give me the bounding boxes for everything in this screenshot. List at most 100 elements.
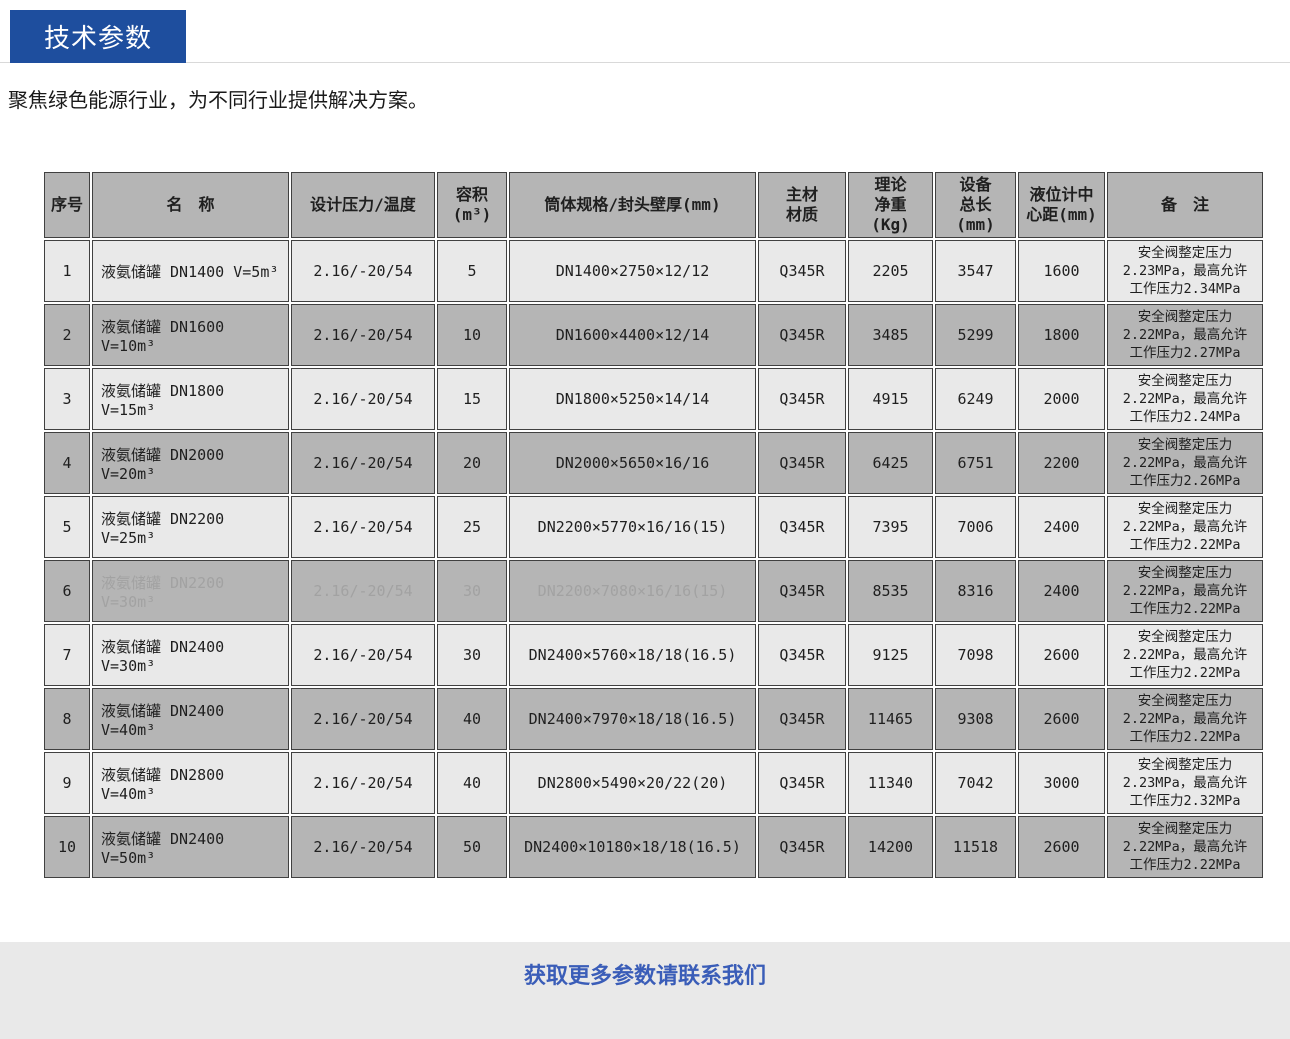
cell-design-pressure-temp: 2.16/-20/54 [291, 240, 435, 302]
cell-design-pressure-temp: 2.16/-20/54 [291, 304, 435, 366]
cell-total-length: 7006 [935, 496, 1016, 558]
cell-total-length: 7098 [935, 624, 1016, 686]
cell-material: Q345R [758, 752, 846, 814]
cell-remarks: 安全阀整定压力 2.22MPa，最高允许 工作压力2.22MPa [1107, 816, 1263, 878]
cell-index: 2 [44, 304, 90, 366]
table-row: 2液氨储罐 DN1600 V=10m³2.16/-20/5410DN1600×4… [44, 304, 1263, 366]
cell-design-pressure-temp: 2.16/-20/54 [291, 688, 435, 750]
subtitle-text: 聚焦绿色能源行业，为不同行业提供解决方案。 [8, 84, 428, 113]
table-row: 6液氨储罐 DN2200 V=30m³2.16/-20/5430DN2200×7… [44, 560, 1263, 622]
cell-net-weight: 7395 [848, 496, 933, 558]
cell-net-weight: 8535 [848, 560, 933, 622]
cell-shell-spec: DN1600×4400×12/14 [509, 304, 756, 366]
cell-index: 10 [44, 816, 90, 878]
cell-total-length: 6751 [935, 432, 1016, 494]
cell-name: 液氨储罐 DN2000 V=20m³ [92, 432, 289, 494]
cell-index: 5 [44, 496, 90, 558]
cell-shell-spec: DN2400×7970×18/18(16.5) [509, 688, 756, 750]
cell-net-weight: 3485 [848, 304, 933, 366]
cell-design-pressure-temp: 2.16/-20/54 [291, 624, 435, 686]
spec-table: 序号名 称设计压力/温度容积 (m³)筒体规格/封头壁厚(mm)主材 材质理论 … [42, 170, 1265, 880]
col-header-shell-spec: 筒体规格/封头壁厚(mm) [509, 172, 756, 238]
cell-gauge-center-distance: 2400 [1018, 560, 1105, 622]
cell-material: Q345R [758, 560, 846, 622]
cell-net-weight: 2205 [848, 240, 933, 302]
cell-net-weight: 9125 [848, 624, 933, 686]
col-header-remarks: 备 注 [1107, 172, 1263, 238]
cell-volume: 40 [437, 688, 507, 750]
cell-net-weight: 14200 [848, 816, 933, 878]
contact-link[interactable]: 获取更多参数请联系我们 [524, 958, 766, 990]
cell-name: 液氨储罐 DN2200 V=25m³ [92, 496, 289, 558]
spec-table-head: 序号名 称设计压力/温度容积 (m³)筒体规格/封头壁厚(mm)主材 材质理论 … [44, 172, 1263, 238]
cell-net-weight: 11465 [848, 688, 933, 750]
table-row: 10液氨储罐 DN2400 V=50m³2.16/-20/5450DN2400×… [44, 816, 1263, 878]
cell-gauge-center-distance: 2600 [1018, 624, 1105, 686]
col-header-net-weight: 理论 净重 (Kg) [848, 172, 933, 238]
cell-material: Q345R [758, 368, 846, 430]
cell-shell-spec: DN2400×5760×18/18(16.5) [509, 624, 756, 686]
cell-remarks: 安全阀整定压力 2.22MPa，最高允许 工作压力2.22MPa [1107, 560, 1263, 622]
cell-design-pressure-temp: 2.16/-20/54 [291, 368, 435, 430]
spec-table-body: 1液氨储罐 DN1400 V=5m³2.16/-20/545DN1400×275… [44, 240, 1263, 878]
col-header-name: 名 称 [92, 172, 289, 238]
table-row: 4液氨储罐 DN2000 V=20m³2.16/-20/5420DN2000×5… [44, 432, 1263, 494]
table-row: 8液氨储罐 DN2400 V=40m³2.16/-20/5440DN2400×7… [44, 688, 1263, 750]
col-header-total-length: 设备 总长 (mm) [935, 172, 1016, 238]
cell-index: 6 [44, 560, 90, 622]
cell-gauge-center-distance: 2600 [1018, 816, 1105, 878]
table-row: 9液氨储罐 DN2800 V=40m³2.16/-20/5440DN2800×5… [44, 752, 1263, 814]
cell-name: 液氨储罐 DN1600 V=10m³ [92, 304, 289, 366]
cell-gauge-center-distance: 1800 [1018, 304, 1105, 366]
cell-volume: 30 [437, 560, 507, 622]
cell-gauge-center-distance: 2200 [1018, 432, 1105, 494]
cell-shell-spec: DN1800×5250×14/14 [509, 368, 756, 430]
cell-material: Q345R [758, 816, 846, 878]
cell-material: Q345R [758, 624, 846, 686]
cell-index: 9 [44, 752, 90, 814]
cell-remarks: 安全阀整定压力 2.22MPa，最高允许 工作压力2.22MPa [1107, 496, 1263, 558]
cell-index: 1 [44, 240, 90, 302]
cell-shell-spec: DN2800×5490×20/22(20) [509, 752, 756, 814]
col-header-material: 主材 材质 [758, 172, 846, 238]
cell-total-length: 11518 [935, 816, 1016, 878]
cell-net-weight: 6425 [848, 432, 933, 494]
cell-remarks: 安全阀整定压力 2.22MPa，最高允许 工作压力2.27MPa [1107, 304, 1263, 366]
cell-total-length: 5299 [935, 304, 1016, 366]
cell-design-pressure-temp: 2.16/-20/54 [291, 432, 435, 494]
cell-design-pressure-temp: 2.16/-20/54 [291, 560, 435, 622]
cell-net-weight: 11340 [848, 752, 933, 814]
cell-shell-spec: DN2200×5770×16/16(15) [509, 496, 756, 558]
cell-total-length: 9308 [935, 688, 1016, 750]
table-row: 3液氨储罐 DN1800 V=15m³2.16/-20/5415DN1800×5… [44, 368, 1263, 430]
cell-material: Q345R [758, 496, 846, 558]
cell-remarks: 安全阀整定压力 2.22MPa，最高允许 工作压力2.22MPa [1107, 688, 1263, 750]
cell-material: Q345R [758, 432, 846, 494]
cell-volume: 50 [437, 816, 507, 878]
cell-volume: 30 [437, 624, 507, 686]
cell-volume: 5 [437, 240, 507, 302]
col-header-design-pressure-temp: 设计压力/温度 [291, 172, 435, 238]
col-header-index: 序号 [44, 172, 90, 238]
footer-strip: 获取更多参数请联系我们 [0, 942, 1290, 1039]
cell-volume: 40 [437, 752, 507, 814]
cell-gauge-center-distance: 1600 [1018, 240, 1105, 302]
cell-index: 4 [44, 432, 90, 494]
cell-remarks: 安全阀整定压力 2.22MPa，最高允许 工作压力2.24MPa [1107, 368, 1263, 430]
cell-name: 液氨储罐 DN2800 V=40m³ [92, 752, 289, 814]
col-header-gauge-center-distance: 液位计中 心距(mm) [1018, 172, 1105, 238]
table-row: 7液氨储罐 DN2400 V=30m³2.16/-20/5430DN2400×5… [44, 624, 1263, 686]
cell-shell-spec: DN2200×7080×16/16(15) [509, 560, 756, 622]
cell-name: 液氨储罐 DN2400 V=30m³ [92, 624, 289, 686]
cell-index: 7 [44, 624, 90, 686]
cell-design-pressure-temp: 2.16/-20/54 [291, 816, 435, 878]
cell-shell-spec: DN2000×5650×16/16 [509, 432, 756, 494]
header-divider [0, 62, 1290, 63]
cell-design-pressure-temp: 2.16/-20/54 [291, 496, 435, 558]
cell-net-weight: 4915 [848, 368, 933, 430]
cell-total-length: 8316 [935, 560, 1016, 622]
cell-remarks: 安全阀整定压力 2.22MPa，最高允许 工作压力2.26MPa [1107, 432, 1263, 494]
cell-volume: 20 [437, 432, 507, 494]
table-header-row: 序号名 称设计压力/温度容积 (m³)筒体规格/封头壁厚(mm)主材 材质理论 … [44, 172, 1263, 238]
cell-material: Q345R [758, 304, 846, 366]
